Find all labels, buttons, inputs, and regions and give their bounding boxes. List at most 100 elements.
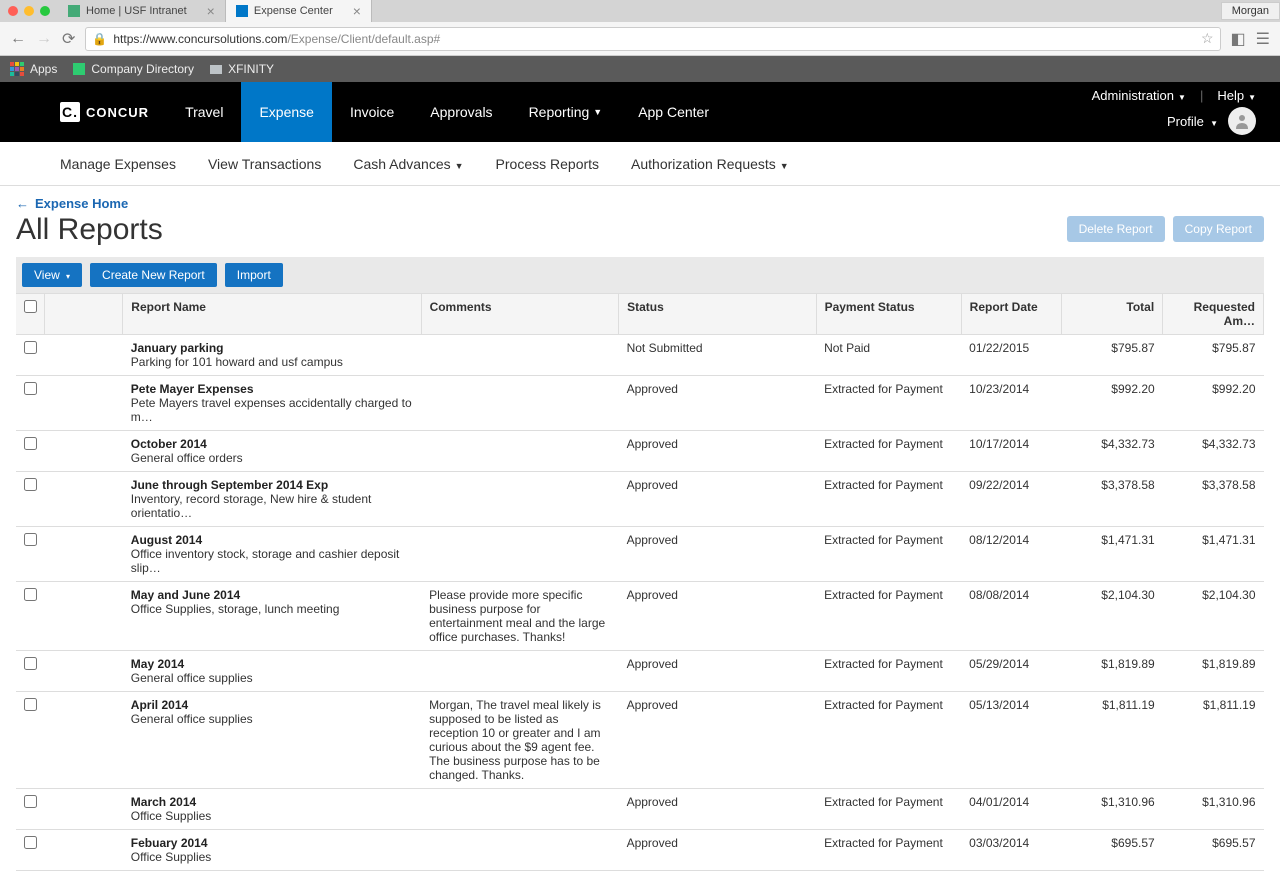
create-new-report-button[interactable]: Create New Report xyxy=(90,263,217,287)
select-all-header[interactable] xyxy=(16,294,44,335)
browser-user-chip[interactable]: Morgan xyxy=(1221,2,1280,20)
nav-app-center[interactable]: App Center xyxy=(620,82,727,142)
bookmark-xfinity[interactable]: XFINITY xyxy=(210,62,274,76)
subnav-authorization-requests[interactable]: Authorization Requests▼ xyxy=(615,156,805,172)
delete-report-button[interactable]: Delete Report xyxy=(1067,216,1165,242)
requested-amount: $695.57 xyxy=(1163,830,1264,871)
report-status: Approved xyxy=(619,472,817,527)
select-all-checkbox[interactable] xyxy=(24,300,37,313)
close-window-icon[interactable] xyxy=(8,6,18,16)
extension-icon[interactable]: ◧ xyxy=(1231,29,1246,49)
forward-icon[interactable]: → xyxy=(36,30,52,48)
copy-report-button[interactable]: Copy Report xyxy=(1173,216,1264,242)
url-host: https://www.concursolutions.com xyxy=(113,32,287,46)
report-comments xyxy=(421,651,619,692)
column-comments[interactable]: Comments xyxy=(421,294,619,335)
subnav-view-transactions[interactable]: View Transactions xyxy=(192,156,337,172)
report-date: 01/22/2015 xyxy=(961,335,1062,376)
report-name[interactable]: January parking xyxy=(131,341,413,355)
bookmark-apps[interactable]: Apps xyxy=(10,62,57,76)
help-menu[interactable]: Help▼ xyxy=(1217,88,1256,103)
concur-logo[interactable]: C. CONCUR xyxy=(0,82,167,142)
payment-status: Extracted for Payment xyxy=(816,527,961,582)
report-name[interactable]: April 2014 xyxy=(131,698,413,712)
close-tab-icon[interactable]: × xyxy=(207,3,215,19)
bookmark-company-directory[interactable]: Company Directory xyxy=(73,62,194,76)
requested-amount: $3,378.58 xyxy=(1163,472,1264,527)
requested-amount: $795.87 xyxy=(1163,335,1264,376)
report-name[interactable]: March 2014 xyxy=(131,795,413,809)
report-name[interactable]: August 2014 xyxy=(131,533,413,547)
table-row[interactable]: May 2014General office suppliesApprovedE… xyxy=(16,651,1264,692)
nav-approvals[interactable]: Approvals xyxy=(412,82,510,142)
table-row[interactable]: Pete Mayer ExpensesPete Mayers travel ex… xyxy=(16,376,1264,431)
column-report-name[interactable]: Report Name xyxy=(123,294,421,335)
report-comments xyxy=(421,527,619,582)
report-status: Approved xyxy=(619,789,817,830)
table-row[interactable]: March 2014Office SuppliesApprovedExtract… xyxy=(16,789,1264,830)
nav-expense[interactable]: Expense xyxy=(241,82,331,142)
report-status: Approved xyxy=(619,692,817,789)
import-button[interactable]: Import xyxy=(225,263,283,287)
column-report-date[interactable]: Report Date xyxy=(961,294,1062,335)
avatar[interactable] xyxy=(1228,107,1256,135)
maximize-window-icon[interactable] xyxy=(40,6,50,16)
close-tab-icon[interactable]: × xyxy=(353,3,361,19)
address-bar[interactable]: 🔒 https://www.concursolutions.com/Expens… xyxy=(85,27,1220,51)
reload-icon[interactable]: ⟳ xyxy=(62,29,75,49)
table-row[interactable]: April 2014General office suppliesMorgan,… xyxy=(16,692,1264,789)
minimize-window-icon[interactable] xyxy=(24,6,34,16)
window-controls[interactable] xyxy=(0,6,58,16)
column-requested-amount[interactable]: Requested Am… xyxy=(1163,294,1264,335)
table-row[interactable]: October 2014General office ordersApprove… xyxy=(16,431,1264,472)
row-checkbox[interactable] xyxy=(24,795,37,808)
browser-tab-inactive[interactable]: Home | USF Intranet × xyxy=(58,0,226,22)
subnav-cash-advances[interactable]: Cash Advances▼ xyxy=(337,156,479,172)
report-name[interactable]: Pete Mayer Expenses xyxy=(131,382,413,396)
back-icon[interactable]: ← xyxy=(10,30,26,48)
table-row[interactable]: May and June 2014Office Supplies, storag… xyxy=(16,582,1264,651)
report-name[interactable]: Febuary 2014 xyxy=(131,836,413,850)
subnav-manage-expenses[interactable]: Manage Expenses xyxy=(60,156,192,172)
admin-menu[interactable]: Administration▼ xyxy=(1092,88,1186,103)
profile-menu[interactable]: Profile ▼ xyxy=(1167,114,1218,129)
report-name[interactable]: May 2014 xyxy=(131,657,413,671)
report-name[interactable]: October 2014 xyxy=(131,437,413,451)
row-checkbox[interactable] xyxy=(24,588,37,601)
report-comments: Please provide more specific business pu… xyxy=(421,582,619,651)
requested-amount: $1,811.19 xyxy=(1163,692,1264,789)
report-description: General office supplies xyxy=(131,671,413,685)
row-checkbox[interactable] xyxy=(24,478,37,491)
report-name[interactable]: May and June 2014 xyxy=(131,588,413,602)
subnav-process-reports[interactable]: Process Reports xyxy=(480,156,615,172)
report-description: Office Supplies xyxy=(131,809,413,823)
row-checkbox[interactable] xyxy=(24,698,37,711)
report-comments xyxy=(421,431,619,472)
browser-tab-active[interactable]: Expense Center × xyxy=(226,0,372,22)
row-checkbox[interactable] xyxy=(24,437,37,450)
table-row[interactable]: January parkingParking for 101 howard an… xyxy=(16,335,1264,376)
table-row[interactable]: August 2014Office inventory stock, stora… xyxy=(16,527,1264,582)
breadcrumb[interactable]: ← Expense Home xyxy=(16,196,128,211)
row-checkbox[interactable] xyxy=(24,836,37,849)
nav-travel[interactable]: Travel xyxy=(167,82,241,142)
column-status[interactable]: Status xyxy=(619,294,817,335)
report-comments xyxy=(421,789,619,830)
bookmark-star-icon[interactable]: ☆ xyxy=(1201,30,1214,47)
row-checkbox[interactable] xyxy=(24,657,37,670)
row-checkbox[interactable] xyxy=(24,533,37,546)
nav-invoice[interactable]: Invoice xyxy=(332,82,412,142)
report-name[interactable]: June through September 2014 Exp xyxy=(131,478,413,492)
column-total[interactable]: Total xyxy=(1062,294,1163,335)
report-total: $4,332.73 xyxy=(1062,431,1163,472)
row-checkbox[interactable] xyxy=(24,341,37,354)
table-row[interactable]: June through September 2014 ExpInventory… xyxy=(16,472,1264,527)
report-date: 08/12/2014 xyxy=(961,527,1062,582)
view-dropdown-button[interactable]: View ▾ xyxy=(22,263,82,287)
report-description: Inventory, record storage, New hire & st… xyxy=(131,492,413,520)
row-checkbox[interactable] xyxy=(24,382,37,395)
menu-icon[interactable]: ☰ xyxy=(1256,29,1270,49)
nav-reporting[interactable]: Reporting▼ xyxy=(511,82,621,142)
table-row[interactable]: Febuary 2014Office SuppliesApprovedExtra… xyxy=(16,830,1264,871)
column-payment-status[interactable]: Payment Status xyxy=(816,294,961,335)
